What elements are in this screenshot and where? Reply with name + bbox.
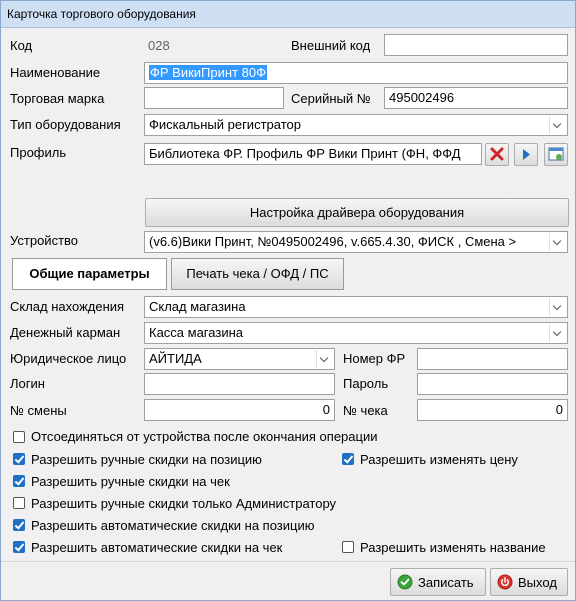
auto-discount-receipt-label: Разрешить автоматические скидки на чек [31, 540, 283, 555]
serial-input[interactable]: 495002496 [384, 87, 568, 109]
fr-number-input[interactable] [417, 348, 568, 370]
password-input[interactable] [417, 373, 568, 395]
driver-settings-button[interactable]: Настройка драйвера оборудования [145, 198, 569, 227]
profile-label: Профиль [10, 145, 67, 160]
disconnect-checkbox[interactable] [13, 431, 25, 443]
warehouse-value: Склад магазина [149, 299, 246, 314]
warehouse-label: Склад нахождения [10, 299, 125, 314]
password-label: Пароль [343, 376, 389, 391]
chevron-down-icon[interactable] [549, 233, 566, 251]
legal-entity-label: Юридическое лицо [10, 351, 127, 366]
manual-discount-item-checkbox[interactable] [13, 453, 25, 465]
device-value: (v6.6)Вики Принт, №0495002496, v.665.4.3… [149, 234, 517, 249]
shift-number-input[interactable]: 0 [144, 399, 335, 421]
open-profile-button[interactable] [514, 143, 538, 166]
manual-discount-admin-checkbox[interactable] [13, 497, 25, 509]
red-x-icon [490, 147, 504, 161]
code-label: Код [10, 38, 33, 53]
name-label: Наименование [10, 65, 101, 80]
profile-settings-button[interactable] [544, 143, 568, 166]
name-input[interactable]: ФР ВикиПринт 80Ф [144, 62, 568, 84]
chevron-down-icon[interactable] [549, 298, 566, 316]
serial-label: Серийный № [291, 91, 371, 106]
type-select[interactable]: Фискальный регистратор [144, 114, 568, 136]
device-select[interactable]: (v6.6)Вики Принт, №0495002496, v.665.4.3… [144, 231, 568, 253]
cash-value: Касса магазина [149, 325, 243, 340]
manual-discount-receipt-checkbox[interactable] [13, 475, 25, 487]
profile-input[interactable]: Библиотека ФР. Профиль ФР Вики Принт (ФН… [144, 143, 482, 165]
allow-name-change-checkbox[interactable] [342, 541, 354, 553]
manual-discount-admin-label: Разрешить ручные скидки только Администр… [31, 496, 337, 511]
tab-receipt-print[interactable]: Печать чека / ОФД / ПС [171, 258, 344, 290]
name-value: ФР ВикиПринт 80Ф [149, 65, 267, 80]
auto-discount-item-checkbox[interactable] [13, 519, 25, 531]
external-code-input[interactable] [384, 34, 568, 56]
external-code-label: Внешний код [291, 38, 371, 53]
auto-discount-item-label: Разрешить автоматические скидки на позиц… [31, 518, 315, 533]
type-label: Тип оборудования [10, 117, 121, 132]
type-value: Фискальный регистратор [149, 117, 301, 132]
window-settings-icon [548, 147, 564, 161]
receipt-number-label: № чека [343, 403, 388, 418]
equipment-card-window: Карточка торгового оборудования Код 028 … [0, 0, 576, 601]
brand-input[interactable] [144, 87, 284, 109]
legal-entity-select[interactable]: АЙТИДА [144, 348, 335, 370]
chevron-down-icon[interactable] [316, 350, 333, 368]
login-input[interactable] [144, 373, 335, 395]
tab-general[interactable]: Общие параметры [12, 258, 167, 290]
login-label: Логин [10, 376, 45, 391]
code-value: 028 [148, 38, 170, 53]
power-off-icon [497, 574, 513, 590]
save-button-label: Записать [418, 575, 474, 590]
window-title: Карточка торгового оборудования [7, 7, 196, 21]
shift-number-label: № смены [10, 403, 67, 418]
cash-select[interactable]: Касса магазина [144, 322, 568, 344]
fr-number-label: Номер ФР [343, 351, 406, 366]
green-check-icon [397, 574, 413, 590]
exit-button[interactable]: Выход [490, 568, 568, 596]
save-button[interactable]: Записать [390, 568, 486, 596]
warehouse-select[interactable]: Склад магазина [144, 296, 568, 318]
brand-label: Торговая марка [10, 91, 105, 106]
auto-discount-receipt-checkbox[interactable] [13, 541, 25, 553]
receipt-number-input[interactable]: 0 [417, 399, 568, 421]
manual-discount-item-label: Разрешить ручные скидки на позицию [31, 452, 262, 467]
clear-profile-button[interactable] [485, 143, 509, 166]
legal-entity-value: АЙТИДА [149, 351, 202, 366]
cash-label: Денежный карман [10, 325, 121, 340]
allow-name-change-label: Разрешить изменять название [360, 540, 546, 555]
blue-play-icon [523, 149, 530, 160]
allow-price-change-checkbox[interactable] [342, 453, 354, 465]
chevron-down-icon[interactable] [549, 324, 566, 342]
allow-price-change-label: Разрешить изменять цену [360, 452, 518, 467]
exit-button-label: Выход [518, 575, 557, 590]
disconnect-checkbox-label: Отсоединяться от устройства после оконча… [31, 429, 378, 444]
footer-divider [1, 561, 575, 562]
chevron-down-icon[interactable] [549, 116, 566, 134]
title-bar: Карточка торгового оборудования [1, 1, 575, 28]
manual-discount-receipt-label: Разрешить ручные скидки на чек [31, 474, 230, 489]
device-label: Устройство [10, 233, 79, 248]
